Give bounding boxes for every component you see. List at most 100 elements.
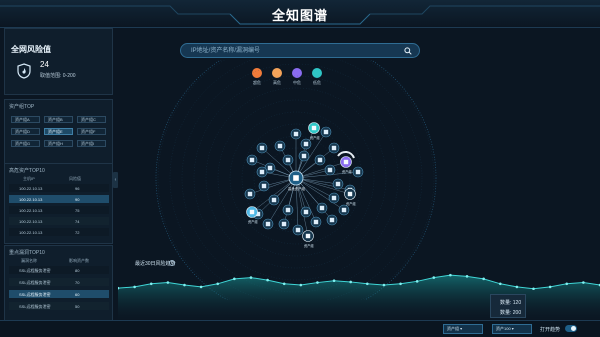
search-icon[interactable] xyxy=(404,47,412,55)
table-row[interactable]: SSL远程服务泄密 50 xyxy=(9,302,109,310)
trend-toggle[interactable] xyxy=(565,325,577,332)
asset-group-button[interactable]: 资产组F xyxy=(77,128,106,135)
trend-point[interactable] xyxy=(399,282,402,286)
asset-group-button[interactable]: 资产组H xyxy=(44,140,73,147)
column-header: 漏洞名称 xyxy=(21,258,37,263)
server-icon xyxy=(311,125,317,131)
vuln-name: SSL远程服务泄密 xyxy=(19,292,51,297)
high-risk-asset-panel: 高危资产TOP10 主机IP 风险值 100.22.10.13 96 100.22.… xyxy=(4,163,113,244)
trend-point[interactable] xyxy=(415,280,419,283)
table-row[interactable]: SSL远程服务泄密 80 xyxy=(9,266,109,274)
trend-point[interactable] xyxy=(515,285,519,289)
info-icon[interactable]: i xyxy=(169,260,175,266)
affected-count: 70 xyxy=(75,280,80,285)
asset-group-button[interactable]: 资产组C xyxy=(77,116,106,123)
asset-group-select[interactable]: 资产组 ▾ xyxy=(443,324,483,334)
table-row[interactable]: 100.22.10.13 74 xyxy=(9,217,109,225)
trend-point[interactable] xyxy=(548,285,552,289)
asset-group-button[interactable]: 资产组A xyxy=(11,116,40,123)
trend-point[interactable] xyxy=(432,276,436,279)
affected-count: 60 xyxy=(75,292,80,297)
server-icon xyxy=(303,209,309,215)
server-icon xyxy=(343,159,349,165)
risk-score: 72 xyxy=(75,230,80,235)
trend-point[interactable] xyxy=(465,275,469,278)
host-ip: 100.22.10.13 xyxy=(19,208,43,213)
column-header: 影响资产数 xyxy=(69,258,89,263)
asset-count-select-value: 资产100 ▾ xyxy=(496,326,514,331)
table-row[interactable]: 100.22.10.13 75 xyxy=(9,206,109,214)
trend-point[interactable] xyxy=(366,282,369,286)
trend-point[interactable] xyxy=(133,285,136,289)
server-icon xyxy=(281,221,287,227)
asset-group-label: 资产组 xyxy=(342,169,352,174)
search-input[interactable] xyxy=(191,46,391,56)
server-icon xyxy=(305,233,311,239)
trend-point[interactable] xyxy=(498,282,502,286)
host-ip: 100.22.10.13 xyxy=(19,219,43,224)
trend-point[interactable] xyxy=(332,279,336,282)
table-row[interactable]: SSL远程服务泄密 70 xyxy=(9,278,109,286)
table-row[interactable]: SSL远程服务泄密 60 xyxy=(9,290,109,298)
trend-point[interactable] xyxy=(449,273,452,277)
server-icon xyxy=(303,141,309,147)
trend-point[interactable] xyxy=(482,277,485,281)
server-icon xyxy=(267,165,273,171)
stat-line-2: 数量: 200 xyxy=(500,310,522,316)
server-icon xyxy=(313,219,319,225)
trend-point[interactable] xyxy=(149,282,153,286)
trend-point[interactable] xyxy=(249,276,253,279)
host-ip: 100.22.10.13 xyxy=(19,197,43,202)
asset-group-button[interactable]: 资产组E xyxy=(44,128,73,135)
table-row[interactable]: 100.22.10.13 72 xyxy=(9,228,109,236)
asset-group-button[interactable]: 资产组B xyxy=(44,116,73,123)
server-icon xyxy=(331,195,337,201)
trend-point[interactable] xyxy=(349,280,352,284)
affected-count: 50 xyxy=(75,304,80,309)
trend-point[interactable] xyxy=(316,281,319,284)
risk-score: 75 xyxy=(75,208,80,213)
vuln-name: SSL远程服务泄密 xyxy=(19,268,51,273)
trend-point[interactable] xyxy=(183,283,186,287)
server-icon xyxy=(319,205,325,211)
trend-point[interactable] xyxy=(166,281,170,284)
server-icon xyxy=(277,143,283,149)
trend-point[interactable] xyxy=(266,278,269,282)
asset-group-button[interactable]: 资产组G xyxy=(11,140,40,147)
trend-point[interactable] xyxy=(582,281,585,284)
server-icon xyxy=(327,167,333,173)
trend-point[interactable] xyxy=(233,277,236,281)
server-icon xyxy=(249,157,255,163)
table-row[interactable]: 100.22.10.13 90 xyxy=(9,195,109,203)
trend-point[interactable] xyxy=(216,282,220,286)
asset-group-button[interactable]: 资产组D xyxy=(11,128,40,135)
trend-point[interactable] xyxy=(199,285,203,289)
search-bar xyxy=(180,43,420,58)
trend-point[interactable] xyxy=(299,283,303,287)
server-icon xyxy=(285,157,291,163)
risk-title: 全网风险值 xyxy=(11,45,51,54)
server-icon xyxy=(347,191,353,197)
asset-group-label: 资产组 xyxy=(248,219,258,224)
server-icon xyxy=(249,209,255,215)
asset-group-button[interactable]: 资产组I xyxy=(77,140,106,147)
table-row[interactable]: 100.22.10.13 96 xyxy=(9,184,109,192)
server-icon xyxy=(259,145,265,151)
column-header: 风险值 xyxy=(69,176,81,181)
trend-point[interactable] xyxy=(532,287,535,291)
asset-group-grid: 资产组A 资产组B 资产组C 资产组D 资产组E 资产组F 资产组G 资产组H 资产组I xyxy=(11,116,109,147)
server-icon xyxy=(293,175,299,181)
host-ip: 100.22.10.13 xyxy=(19,230,43,235)
server-icon xyxy=(329,217,335,223)
risk-trend-chart xyxy=(118,273,600,321)
asset-count-select[interactable]: 资产100 ▾ xyxy=(492,324,532,334)
server-icon xyxy=(247,191,253,197)
trend-area xyxy=(118,275,600,321)
trend-point[interactable] xyxy=(382,283,386,287)
risk-value: 24 xyxy=(40,60,49,69)
server-icon xyxy=(285,207,291,213)
server-icon xyxy=(265,221,271,227)
trend-point[interactable] xyxy=(565,282,569,286)
server-icon xyxy=(317,157,323,163)
trend-point[interactable] xyxy=(282,282,286,286)
